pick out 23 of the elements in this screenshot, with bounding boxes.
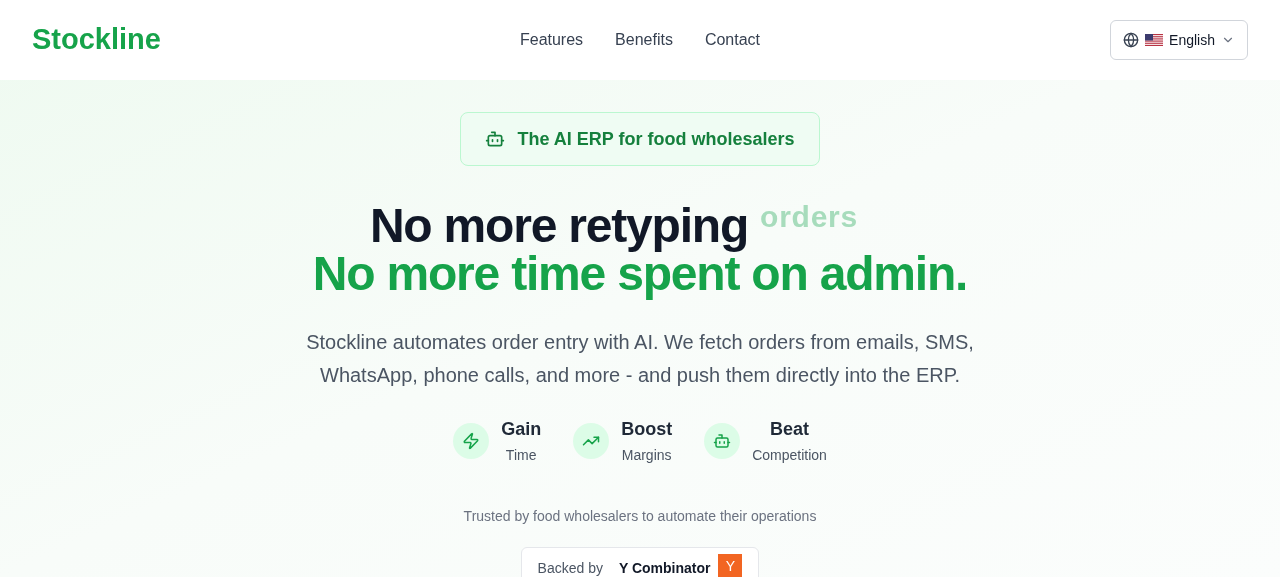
- headline: No more retyping: [369, 202, 749, 250]
- tagline-badge: The AI ERP for food wholesalers: [460, 112, 820, 166]
- backed-by-label: Backed by: [537, 559, 603, 577]
- robot-icon: [713, 432, 732, 450]
- nav-link[interactable]: Benefits: [615, 28, 673, 52]
- benefit-title: Beat: [770, 418, 809, 441]
- globe-icon: [1123, 32, 1140, 48]
- nav-link[interactable]: Contact: [704, 28, 761, 52]
- y-combinator-logo: Y: [718, 554, 743, 577]
- lightning-icon: [462, 432, 481, 450]
- benefit-subtitle: Time: [505, 446, 537, 465]
- rotating-word: orders: [760, 202, 859, 232]
- benefit-title: Gain: [501, 418, 542, 441]
- trusted-text: Trusted by food wholesalers to automate their operations: [463, 507, 817, 526]
- benefit-subtitle: Margins: [621, 446, 672, 465]
- backer-name: Y Combinator: [618, 559, 711, 577]
- language-selector[interactable]: English: [1110, 20, 1248, 60]
- flag-icon: [1145, 34, 1164, 46]
- hero-description: Stockline automates order entry with AI. We fetch orders from emails, SMS, WhatsApp, phone calls, and more - and push them directly into the ERP.: [305, 330, 975, 388]
- robot-icon: [485, 129, 506, 149]
- benefit-title: Boost: [621, 418, 673, 441]
- benefit-subtitle: Competition: [752, 446, 827, 465]
- nav-link[interactable]: Features: [519, 28, 584, 52]
